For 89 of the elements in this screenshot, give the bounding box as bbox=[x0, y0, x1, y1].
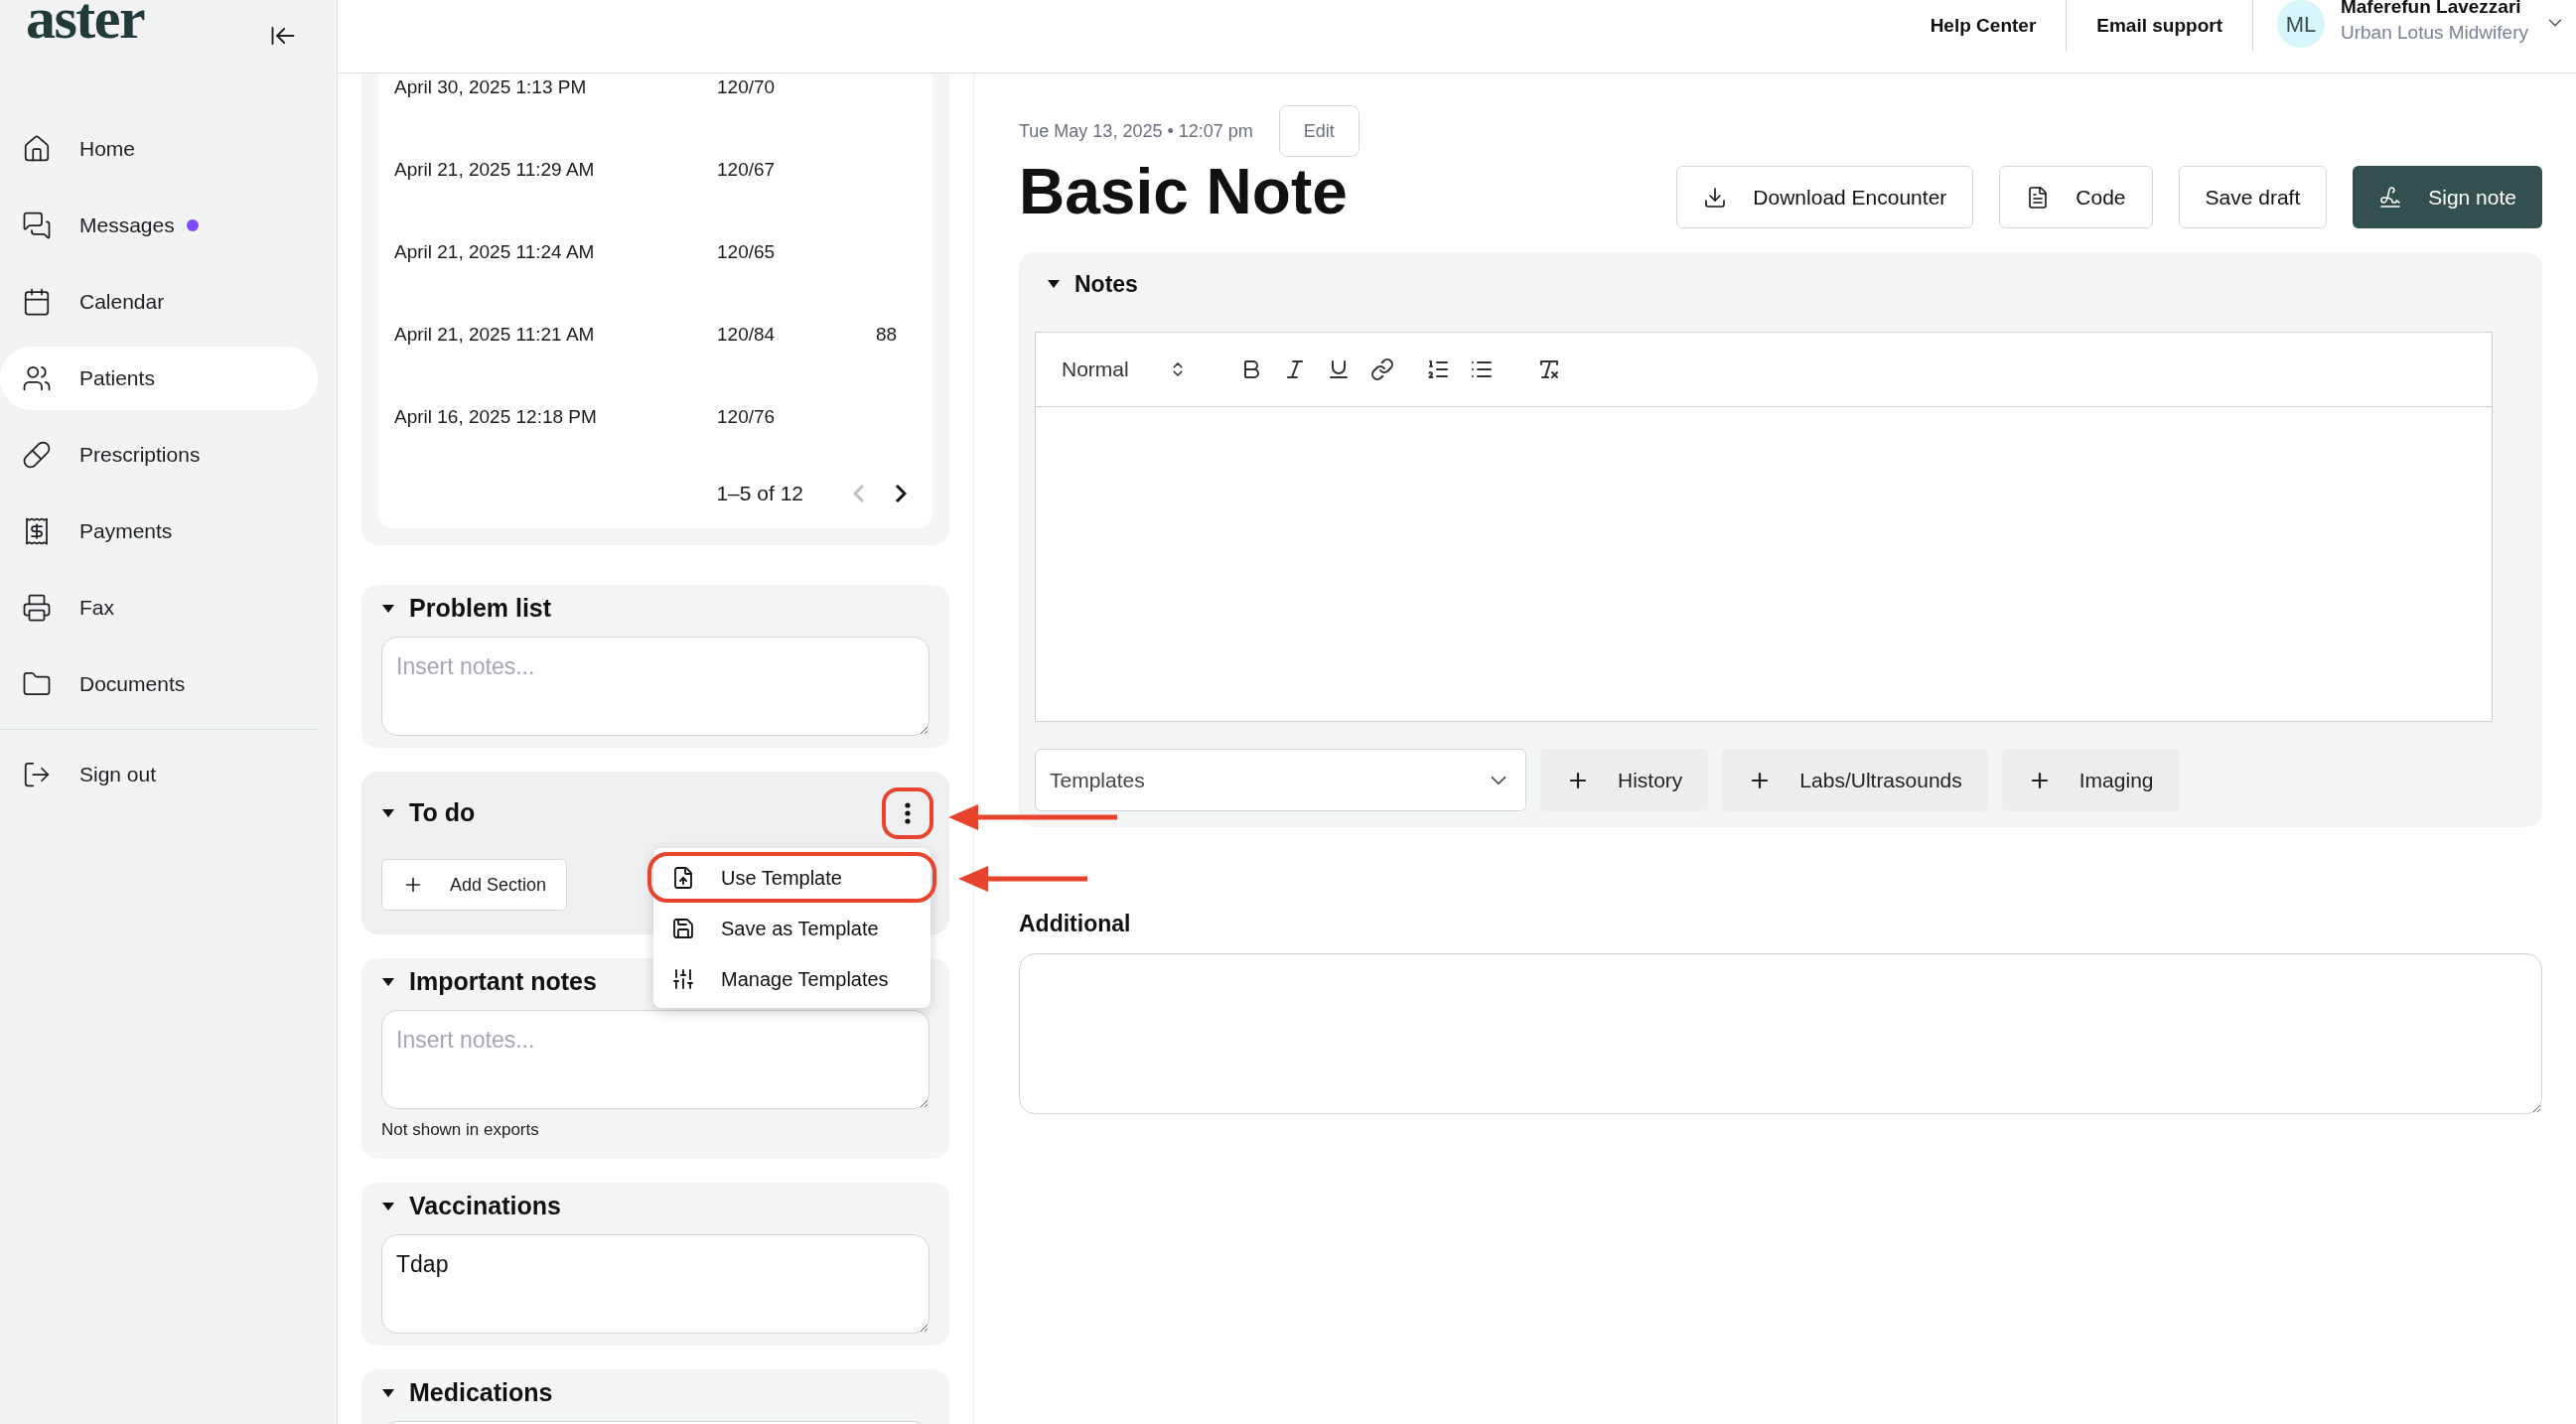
menu-item[interactable]: Use Template bbox=[647, 852, 936, 903]
signature-icon bbox=[2378, 185, 2403, 210]
templates-select[interactable]: Templates bbox=[1035, 749, 1526, 811]
header-link[interactable]: Help Center bbox=[1930, 11, 2037, 41]
clear-formatting-icon[interactable] bbox=[1537, 357, 1561, 381]
next-page-icon[interactable] bbox=[895, 484, 907, 503]
caret-icon[interactable] bbox=[381, 1201, 395, 1211]
calendar-icon bbox=[22, 287, 52, 317]
table-cell-text: 88 bbox=[876, 323, 898, 348]
section-title: Problem list bbox=[409, 593, 552, 625]
panel-title: Notes bbox=[1074, 269, 1138, 299]
nav-item[interactable]: Patients bbox=[0, 347, 318, 410]
nav-item[interactable]: Payments bbox=[0, 499, 318, 563]
add-button[interactable]: History bbox=[1540, 749, 1709, 811]
sign-out-item[interactable]: Sign out bbox=[0, 743, 337, 806]
underline-icon[interactable] bbox=[1327, 357, 1351, 381]
nav-item[interactable]: Calendar bbox=[0, 270, 318, 334]
table-cell-text: April 21, 2025 11:29 AM bbox=[394, 158, 596, 183]
numbered-list-icon[interactable] bbox=[1426, 357, 1450, 381]
toolbar-button[interactable]: Sign note bbox=[2353, 166, 2542, 228]
people-icon bbox=[22, 363, 52, 393]
section-title: Vaccinations bbox=[409, 1190, 561, 1221]
table-cell-text: April 16, 2025 12:18 PM bbox=[394, 405, 598, 430]
header-link[interactable]: Email support bbox=[2096, 11, 2222, 41]
more-icon bbox=[905, 802, 911, 824]
menu-item[interactable]: Save as Template bbox=[653, 903, 930, 953]
add-section-button[interactable]: Add Section bbox=[381, 859, 568, 911]
section-title: Medications bbox=[409, 1376, 553, 1408]
caret-icon[interactable] bbox=[1047, 279, 1061, 289]
notes-field[interactable]: Tdap bbox=[381, 1233, 930, 1334]
save-icon bbox=[671, 916, 695, 940]
table-cell-text: 120/67 bbox=[717, 158, 777, 183]
more-options-button[interactable] bbox=[882, 787, 933, 839]
add-button[interactable]: Labs/Ultrasounds bbox=[1722, 749, 1988, 811]
nav-label: Fax bbox=[79, 595, 114, 622]
toolbar-button[interactable]: Download Encounter bbox=[1676, 166, 1974, 228]
nav-item[interactable]: Messages bbox=[0, 194, 318, 257]
organization-name: Urban Lotus Midwifery bbox=[2340, 21, 2528, 45]
edit-button[interactable]: Edit bbox=[1278, 105, 1360, 157]
field-label: Additional bbox=[1019, 910, 1132, 938]
caret-icon[interactable] bbox=[381, 604, 395, 614]
notes-field[interactable]: Insert notes... bbox=[381, 637, 930, 736]
table-cell-text: 120/84 bbox=[717, 323, 777, 348]
chat-bubbles-icon bbox=[22, 211, 52, 240]
toolbar-button[interactable]: Code bbox=[1999, 166, 2153, 228]
nav-item[interactable]: Prescriptions bbox=[0, 423, 318, 487]
footnote: Not shown in exports bbox=[381, 1119, 540, 1141]
note-title: Basic Note bbox=[1019, 157, 1348, 226]
nav-label: Patients bbox=[79, 365, 155, 392]
notes-field[interactable]: Insert notes... bbox=[381, 1010, 930, 1109]
avatar: ML bbox=[2276, 0, 2325, 48]
section-title: To do bbox=[409, 797, 476, 829]
toolbar-button[interactable]: Save draft bbox=[2178, 166, 2328, 228]
nav-item[interactable]: Documents bbox=[0, 652, 318, 716]
note-date: Tue May 13, 2025 • 12:07 pm bbox=[1019, 119, 1253, 143]
nav-label: Documents bbox=[79, 671, 186, 698]
user-name: Maferefun Lavezzari bbox=[2340, 0, 2522, 19]
table-cell-text: 120/76 bbox=[717, 405, 777, 430]
file-upload-icon bbox=[671, 865, 695, 890]
caret-icon[interactable] bbox=[381, 1387, 395, 1398]
table-cell-text: April 30, 2025 1:13 PM bbox=[394, 75, 588, 100]
sliders-icon bbox=[671, 966, 695, 991]
nav-item[interactable]: Fax bbox=[0, 576, 318, 640]
table-cell-text: 120/70 bbox=[717, 75, 777, 100]
download-icon bbox=[1703, 185, 1728, 210]
rich-text-editor[interactable]: Normal bbox=[1035, 332, 2493, 722]
nav-label: Payments bbox=[79, 518, 173, 545]
pill-icon bbox=[22, 440, 52, 470]
menu-item[interactable]: Manage Templates bbox=[653, 953, 930, 1004]
sign-out-icon bbox=[22, 760, 52, 789]
additional-field[interactable] bbox=[1019, 952, 2542, 1114]
home-icon bbox=[22, 134, 52, 164]
table-cell-text: April 21, 2025 11:21 AM bbox=[394, 323, 596, 348]
nav-label: Calendar bbox=[79, 289, 165, 316]
add-button[interactable]: Imaging bbox=[2001, 749, 2180, 811]
printer-icon bbox=[22, 593, 52, 623]
nav-label: Home bbox=[79, 136, 136, 163]
caret-icon[interactable] bbox=[381, 808, 395, 818]
pagination-range: 1–5 of 12 bbox=[716, 481, 803, 507]
caret-icon[interactable] bbox=[381, 977, 395, 987]
link-icon[interactable] bbox=[1370, 357, 1394, 381]
format-select[interactable]: Normal bbox=[1062, 354, 1216, 385]
table-cell-text: April 21, 2025 11:24 AM bbox=[394, 240, 596, 265]
nav-item[interactable]: Home bbox=[0, 117, 318, 181]
logo: aster bbox=[26, 0, 145, 48]
nav-label: Prescriptions bbox=[79, 442, 201, 469]
nav-label: Messages bbox=[79, 213, 175, 239]
section-title: Important notes bbox=[409, 966, 597, 998]
table-cell-text: 120/65 bbox=[717, 240, 777, 265]
